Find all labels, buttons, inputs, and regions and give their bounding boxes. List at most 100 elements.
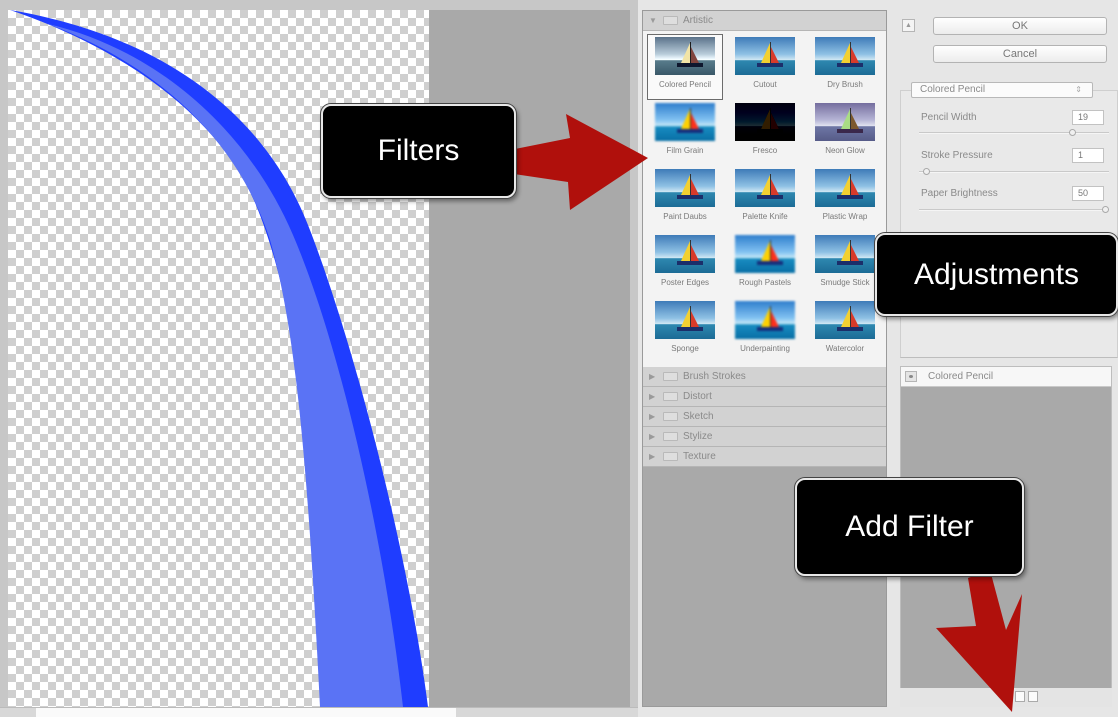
filter-select[interactable]: Colored Pencil ⇕: [911, 82, 1093, 98]
paper-brightness-input[interactable]: 50: [1072, 186, 1104, 201]
filter-label: Poster Edges: [660, 278, 710, 287]
filter-thumb-underpainting[interactable]: Underpainting: [727, 298, 803, 364]
collapsed-triangle-icon[interactable]: ▶: [649, 412, 659, 421]
filter-label: Fresco: [752, 146, 778, 155]
filter-preview-image: [655, 169, 715, 207]
filter-label: Paint Daubs: [663, 212, 707, 221]
stroke-pressure-input[interactable]: 1: [1072, 148, 1104, 163]
category-label: Distort: [683, 391, 712, 402]
filter-preview-image: [655, 103, 715, 141]
cancel-button[interactable]: Cancel: [933, 45, 1107, 63]
folder-icon: [663, 372, 678, 381]
callout-filters: Filters: [321, 104, 516, 198]
filter-thumb-plastic-wrap[interactable]: Plastic Wrap: [807, 166, 883, 232]
filter-label: Underpainting: [740, 344, 790, 353]
filter-thumb-poster-edges[interactable]: Poster Edges: [647, 232, 723, 298]
filter-preview-image: [815, 235, 875, 273]
filter-label: Sponge: [671, 344, 699, 353]
filter-preview-image: [815, 103, 875, 141]
expanded-triangle-icon[interactable]: ▼: [649, 16, 659, 25]
filter-thumb-smudge-stick[interactable]: Smudge Stick: [807, 232, 883, 298]
filter-label: Watercolor: [825, 344, 865, 353]
collapsed-triangle-icon[interactable]: ▶: [649, 452, 659, 461]
filter-preview-image: [735, 169, 795, 207]
filter-thumb-film-grain[interactable]: Film Grain: [647, 100, 723, 166]
chevron-updown-icon: ⇕: [1075, 85, 1082, 94]
effect-layer-row[interactable]: Colored Pencil: [901, 367, 1111, 387]
folder-icon: [663, 16, 678, 25]
category-distort[interactable]: ▶ Distort: [643, 387, 886, 407]
category-label: Brush Strokes: [683, 371, 746, 382]
filter-preview-image: [735, 37, 795, 75]
filter-preview-image: [815, 301, 875, 339]
artistic-thumbnails: Colored Pencil Cutout Dry Brush Film Gra…: [643, 31, 886, 367]
filter-label: Plastic Wrap: [822, 212, 868, 221]
filter-preview-image: [815, 37, 875, 75]
filter-thumb-fresco[interactable]: Fresco: [727, 100, 803, 166]
filter-thumb-watercolor[interactable]: Watercolor: [807, 298, 883, 364]
filter-thumb-paint-daubs[interactable]: Paint Daubs: [647, 166, 723, 232]
filter-preview-image: [655, 301, 715, 339]
ok-button[interactable]: OK: [933, 17, 1107, 35]
folder-icon: [663, 452, 678, 461]
filter-preview-image: [735, 301, 795, 339]
category-artistic[interactable]: ▼ Artistic: [643, 11, 886, 31]
preview-canvas[interactable]: [8, 10, 630, 707]
filter-thumb-cutout[interactable]: Cutout: [727, 34, 803, 100]
stroke-pressure-slider[interactable]: [919, 168, 1109, 175]
param-label-stroke-pressure: Stroke Pressure: [921, 150, 993, 161]
slider-handle[interactable]: [1069, 129, 1076, 136]
filter-thumb-dry-brush[interactable]: Dry Brush: [807, 34, 883, 100]
category-stylize[interactable]: ▶ Stylize: [643, 427, 886, 447]
param-label-pencil-width: Pencil Width: [921, 112, 977, 123]
filter-label: Cutout: [753, 80, 777, 89]
filter-preview-image: [815, 169, 875, 207]
filter-thumb-rough-pastels[interactable]: Rough Pastels: [727, 232, 803, 298]
callout-add-filter: Add Filter: [795, 478, 1024, 576]
filter-thumb-colored-pencil[interactable]: Colored Pencil: [647, 34, 723, 100]
folder-icon: [663, 412, 678, 421]
filter-label: Palette Knife: [742, 212, 788, 221]
folder-icon: [663, 392, 678, 401]
filter-thumb-sponge[interactable]: Sponge: [647, 298, 723, 364]
pencil-width-input[interactable]: 19: [1072, 110, 1104, 125]
category-brush-strokes[interactable]: ▶ Brush Strokes: [643, 367, 886, 387]
collapsed-triangle-icon[interactable]: ▶: [649, 432, 659, 441]
filter-preview-image: [735, 103, 795, 141]
filter-gallery: ▼ Artistic Colored Pencil Cutout Dry Bru…: [642, 10, 887, 707]
filter-thumb-neon-glow[interactable]: Neon Glow: [807, 100, 883, 166]
collapse-gallery-icon[interactable]: ▲: [902, 19, 915, 32]
param-label-paper-brightness: Paper Brightness: [921, 188, 998, 199]
adjustments-panel: [900, 90, 1118, 358]
pencil-width-slider[interactable]: [919, 129, 1109, 136]
settings-column: ▲ OK Cancel Colored Pencil ⇕ Pencil Widt…: [891, 10, 1118, 717]
category-texture[interactable]: ▶ Texture: [643, 447, 886, 467]
filter-select-value: Colored Pencil: [920, 84, 986, 95]
category-label: Sketch: [683, 411, 714, 422]
new-effect-layer-icon[interactable]: [1015, 691, 1025, 702]
category-label: Artistic: [683, 15, 713, 26]
effect-layers-footer: [900, 688, 1112, 707]
category-label: Stylize: [683, 431, 713, 442]
slider-handle[interactable]: [1102, 206, 1109, 213]
filter-preview-image: [655, 235, 715, 273]
category-sketch[interactable]: ▶ Sketch: [643, 407, 886, 427]
paper-brightness-slider[interactable]: [919, 206, 1109, 213]
slider-handle[interactable]: [923, 168, 930, 175]
filter-label: Dry Brush: [827, 80, 863, 89]
filter-thumb-palette-knife[interactable]: Palette Knife: [727, 166, 803, 232]
filter-label: Film Grain: [666, 146, 704, 155]
zoom-control[interactable]: [36, 708, 456, 717]
callout-adjustments: Adjustments: [875, 233, 1118, 316]
folder-icon: [663, 432, 678, 441]
filter-preview-image: [655, 37, 715, 75]
delete-effect-layer-icon[interactable]: [1028, 691, 1038, 702]
collapsed-triangle-icon[interactable]: ▶: [649, 372, 659, 381]
filter-preview-image: [735, 235, 795, 273]
filter-label: Colored Pencil: [658, 80, 712, 89]
effect-layer-name: Colored Pencil: [928, 371, 994, 382]
visibility-eye-icon[interactable]: [905, 371, 917, 382]
collapsed-triangle-icon[interactable]: ▶: [649, 392, 659, 401]
category-label: Texture: [683, 451, 716, 462]
filter-label: Smudge Stick: [820, 278, 870, 287]
